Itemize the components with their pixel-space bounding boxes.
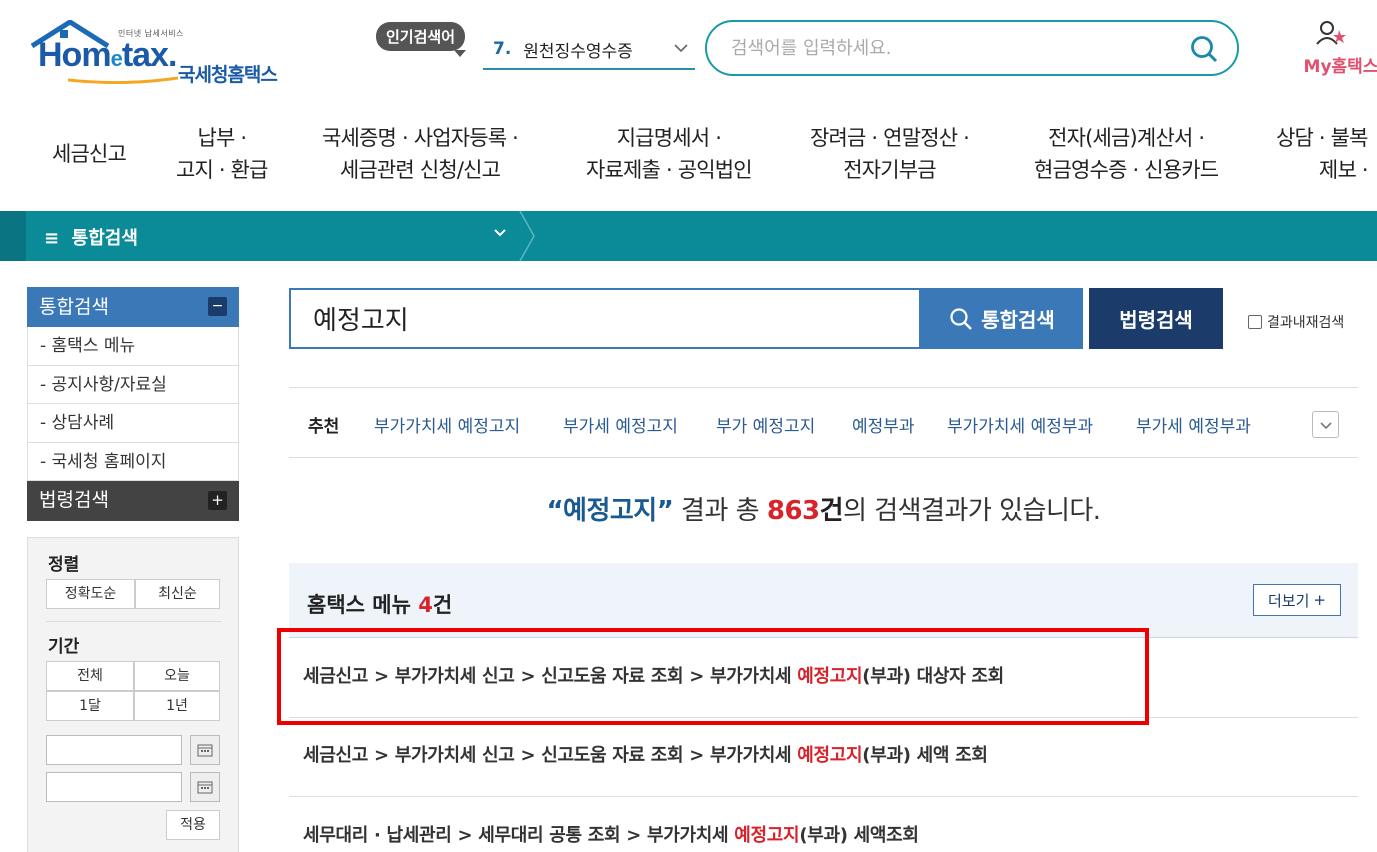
- gnb-payment[interactable]: 납부 · 고지 · 환급: [176, 122, 269, 186]
- hometax-logo[interactable]: 인터넷 납세서비스 Hometax. 국세청홈택스: [28, 20, 298, 86]
- breadcrumb-arrow-icon: [519, 211, 535, 261]
- result-item[interactable]: 세무대리 · 납세관리 > 세무대리 공통 조회 > 부가가치세 예정고지(부과…: [289, 797, 1358, 852]
- expand-icon[interactable]: +: [208, 491, 227, 510]
- period-1year-button[interactable]: 1년: [134, 691, 220, 721]
- section-hometax-menu: 홈택스 메뉴 4건 더보기 +: [289, 563, 1358, 638]
- gnb-e-invoice[interactable]: 전자(세금)계산서 · 현금영수증 · 신용카드: [1034, 122, 1219, 186]
- gnb-statement[interactable]: 지급명세서 · 자료제출 · 공익법인: [586, 122, 753, 186]
- sidebar-item-counsel[interactable]: - 상담사례: [27, 404, 239, 443]
- hot-keyword-select[interactable]: 7. 원천징수영수증: [483, 30, 695, 70]
- period-today-button[interactable]: 오늘: [134, 661, 220, 691]
- end-date-input[interactable]: [46, 772, 182, 802]
- main-search-input[interactable]: [313, 290, 913, 347]
- sidebar: 통합검색 − - 홈택스 메뉴 - 공지사항/자료실 - 상담사례 - 국세청 …: [27, 287, 239, 521]
- my-hometax-link[interactable]: My홈택스: [1296, 20, 1377, 77]
- calendar-icon[interactable]: [190, 772, 220, 802]
- location-menu[interactable]: ≡ 통합검색: [44, 224, 138, 250]
- hot-keyword-badge: 인기검색어: [376, 22, 467, 57]
- hot-keyword-rank: 7.: [493, 39, 512, 59]
- period-all-button[interactable]: 전체: [46, 661, 134, 691]
- chevron-down-icon[interactable]: [492, 225, 508, 241]
- sidebar-item-hometax-menu[interactable]: - 홈택스 메뉴: [27, 327, 239, 366]
- collapse-icon[interactable]: −: [208, 297, 227, 316]
- recommend-item[interactable]: 부가가치세 예정고지: [374, 412, 520, 437]
- recommend-item[interactable]: 부가세 예정고지: [563, 412, 678, 437]
- plus-icon: +: [1313, 591, 1326, 609]
- search-icon[interactable]: [1189, 34, 1219, 64]
- more-button[interactable]: 더보기 +: [1253, 584, 1341, 616]
- section-title: 홈택스 메뉴 4건: [307, 593, 453, 617]
- gnb-consult[interactable]: 상담 · 불복 제보 ·: [1276, 122, 1369, 186]
- recommend-item[interactable]: 부가가치세 예정부과: [947, 412, 1093, 437]
- sidebar-item-nts-home[interactable]: - 국세청 홈페이지: [27, 442, 239, 481]
- recommend-item[interactable]: 부가세 예정부과: [1136, 412, 1251, 437]
- sidebar-item-notice[interactable]: - 공지사항/자료실: [27, 365, 239, 404]
- result-path[interactable]: 세금신고 > 부가가치세 신고 > 신고도움 자료 조회 > 부가가치세 예정고…: [303, 741, 988, 767]
- gnb-tax-report[interactable]: 세금신고: [52, 138, 127, 170]
- user-icon: [1316, 21, 1346, 45]
- gnb-certificate[interactable]: 국세증명 · 사업자등록 · 세금관련 신청/신고: [322, 122, 519, 186]
- top-search-input[interactable]: [731, 37, 1171, 59]
- location-bar: ≡ 통합검색: [0, 211, 1377, 261]
- recommend-item[interactable]: 예정부과: [852, 412, 915, 437]
- filter-divider: [46, 621, 222, 622]
- main-search-box: [289, 288, 921, 349]
- my-hometax-label: My홈택스: [1303, 57, 1377, 77]
- period-title: 기간: [48, 637, 80, 657]
- total-search-button[interactable]: 통합검색: [921, 288, 1083, 349]
- apply-button[interactable]: 적용: [166, 810, 220, 840]
- recommend-bar: 추천 부가가치세 예정고지 부가세 예정고지 부가 예정고지 예정부과 부가가치…: [289, 387, 1358, 458]
- hot-keyword-text: 원천징수영수증: [523, 41, 633, 62]
- start-date-input[interactable]: [46, 735, 182, 765]
- sidebar-group-total[interactable]: 통합검색 −: [27, 287, 239, 327]
- logo-korean: 국세청홈택스: [178, 64, 278, 86]
- calendar-icon[interactable]: [190, 735, 220, 765]
- chevron-down-icon: [1319, 421, 1332, 429]
- sort-latest-button[interactable]: 최신순: [135, 579, 220, 609]
- result-path[interactable]: 세무대리 · 납세관리 > 세무대리 공통 조회 > 부가가치세 예정고지(부과…: [303, 821, 919, 847]
- swoosh-icon: [68, 76, 178, 84]
- search-filter-panel: 정렬 정확도순 최신순 기간 전체 오늘 1달 1년 적용: [27, 537, 239, 852]
- result-item[interactable]: 세금신고 > 부가가치세 신고 > 신고도움 자료 조회 > 부가가치세 예정고…: [289, 717, 1358, 797]
- checkbox[interactable]: [1248, 315, 1262, 329]
- hamburger-icon: ≡: [44, 228, 60, 249]
- recommend-label: 추천: [308, 417, 340, 437]
- top-search-box: [705, 20, 1239, 76]
- sidebar-group-law[interactable]: 법령검색 +: [27, 481, 239, 521]
- bar-edge: [0, 211, 26, 261]
- result-summary: “예정고지” 결과 총 863건의 검색결과가 있습니다.: [546, 496, 1101, 526]
- search-within-checkbox[interactable]: 결과내재검색: [1248, 312, 1344, 332]
- expand-recommend-button[interactable]: [1312, 411, 1339, 438]
- sort-title: 정렬: [48, 555, 80, 575]
- period-1month-button[interactable]: 1달: [46, 691, 134, 721]
- highlight-box: [277, 628, 1149, 725]
- law-search-button[interactable]: 법령검색: [1089, 288, 1223, 349]
- page: 인터넷 납세서비스 Hometax. 국세청홈택스 인기검색어 7. 원천징수영…: [0, 0, 1377, 852]
- gnb-incentive[interactable]: 장려금 · 연말정산 · 전자기부금: [810, 122, 970, 186]
- search-icon: [950, 307, 973, 330]
- logo-brand: Hometax.: [38, 36, 177, 74]
- global-nav: 세금신고 납부 · 고지 · 환급 국세증명 · 사업자등록 · 세금관련 신청/신…: [0, 98, 1377, 210]
- recommend-item[interactable]: 부가 예정고지: [716, 412, 815, 437]
- sort-accuracy-button[interactable]: 정확도순: [46, 579, 135, 609]
- chevron-down-icon: [674, 44, 688, 53]
